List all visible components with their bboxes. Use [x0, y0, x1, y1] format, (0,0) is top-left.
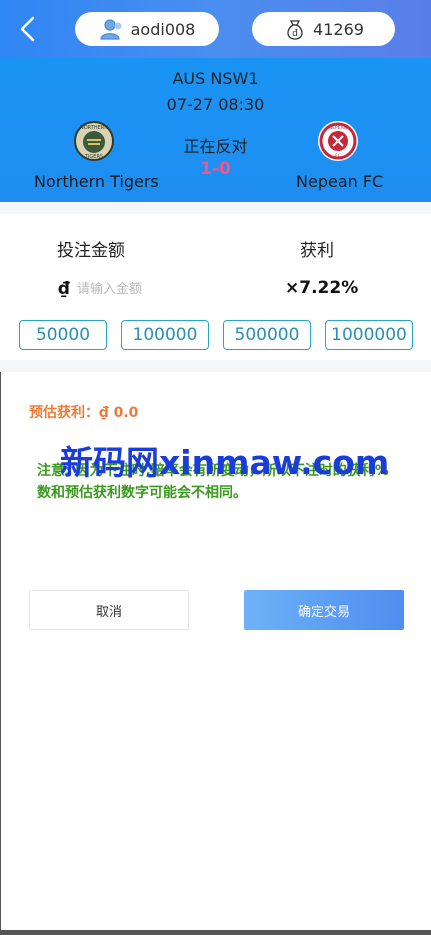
- balance: 41269: [313, 19, 364, 39]
- currency-symbol: ₫: [58, 279, 70, 299]
- user-pill[interactable]: aodi008: [75, 12, 219, 46]
- money-bag-icon: đ: [287, 20, 303, 40]
- user-icon: [100, 19, 122, 40]
- quick-amount-1000000[interactable]: 1000000: [325, 320, 413, 350]
- balance-pill[interactable]: đ 41269: [252, 12, 395, 46]
- match-panel: AUS NSW1 07-27 08:30 NORTHERN TIGERS NEP…: [0, 58, 431, 202]
- watermark: 新码网xinmaw.com: [60, 443, 390, 482]
- estimated-profit-currency: ₫: [99, 405, 109, 421]
- home-logo-text: NORTHERN: [80, 125, 108, 131]
- home-team-name: Northern Tigers: [34, 172, 159, 191]
- bet-amount-label: 投注金额: [57, 241, 125, 261]
- cancel-button[interactable]: 取消: [29, 590, 189, 630]
- username: aodi008: [130, 19, 196, 39]
- away-team-name: Nepean FC: [296, 172, 384, 191]
- match-status: 正在反对: [183, 137, 248, 156]
- svg-text:NEPEAN: NEPEAN: [329, 125, 347, 131]
- estimated-profit-label: 预估获利：: [29, 405, 99, 421]
- match-datetime: 07-27 08:30: [166, 95, 265, 114]
- divider: [0, 360, 431, 372]
- profit-label: 获利: [300, 241, 334, 261]
- svg-text:đ: đ: [292, 29, 298, 39]
- league-name: AUS NSW1: [172, 69, 259, 88]
- bet-amount-input[interactable]: [77, 277, 227, 301]
- profit-odds: ×7.22%: [285, 278, 359, 298]
- estimated-profit-value: 0.0: [113, 405, 139, 421]
- back-button[interactable]: [14, 14, 44, 44]
- top-bar: aodi008 đ 41269: [0, 0, 431, 58]
- estimated-profit: 预估获利：₫ 0.0: [29, 402, 138, 422]
- frame-edge: [0, 930, 431, 935]
- quick-amount-500000[interactable]: 500000: [223, 320, 311, 350]
- quick-amount-50000[interactable]: 50000: [19, 320, 107, 350]
- chevron-left-icon: [20, 16, 35, 42]
- confirm-trade-button[interactable]: 确定交易: [244, 590, 404, 630]
- quick-amount-100000[interactable]: 100000: [121, 320, 209, 350]
- frame-edge: [0, 372, 1, 930]
- divider: [0, 202, 431, 214]
